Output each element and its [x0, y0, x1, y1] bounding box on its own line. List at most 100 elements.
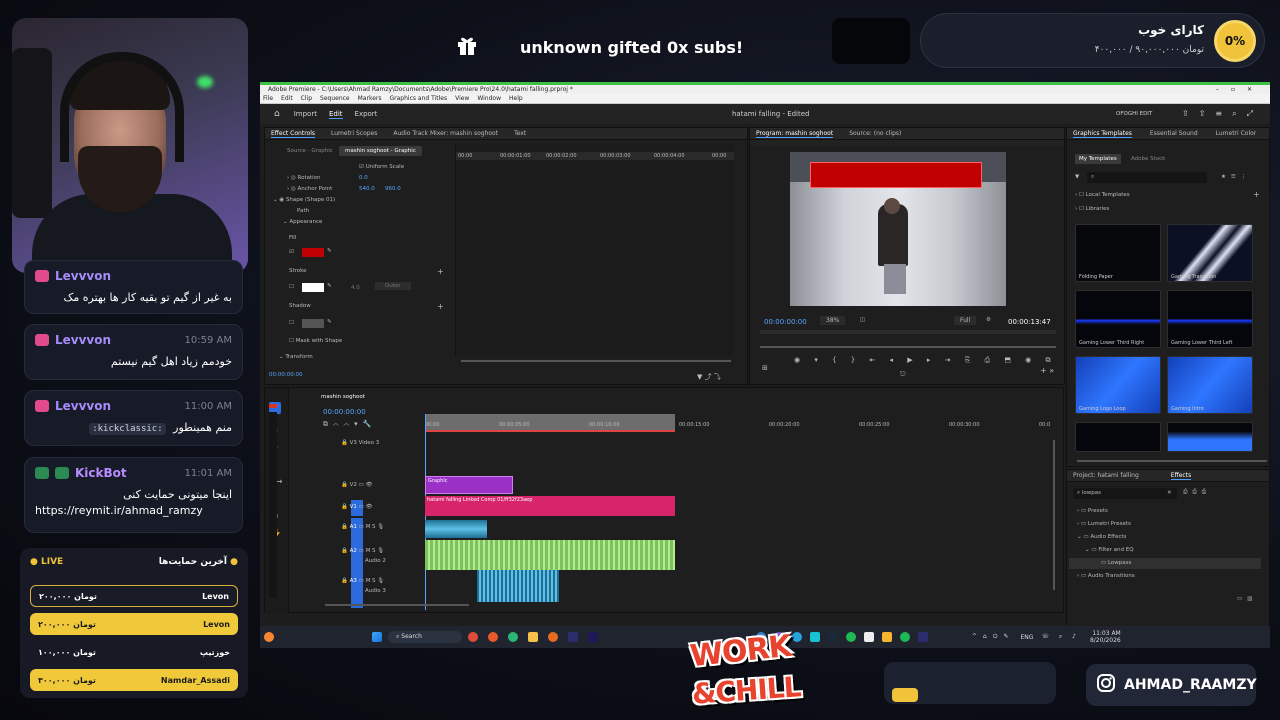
- template-thumb[interactable]: [1075, 422, 1161, 452]
- effects-filter-icons[interactable]: ⎙⎙⎙: [1183, 489, 1211, 496]
- audio-clip-a1[interactable]: [425, 520, 487, 538]
- adobe-stock-tab[interactable]: Adobe Stock: [1131, 156, 1165, 162]
- menu-view[interactable]: View: [455, 94, 469, 103]
- sequence-label[interactable]: mashin soghoot - Graphic: [339, 146, 422, 156]
- add-stroke-icon[interactable]: +: [437, 267, 444, 276]
- template-thumb[interactable]: [1167, 422, 1253, 452]
- fill-color-swatch[interactable]: [302, 248, 324, 257]
- settings-icon[interactable]: ◫: [860, 317, 865, 323]
- chat-username[interactable]: KickBot: [75, 466, 127, 480]
- edge-icon[interactable]: [507, 632, 518, 642]
- toolbar-icons[interactable]: ⇪⇧≡⌕⤢: [1182, 109, 1263, 119]
- stroke-color-swatch[interactable]: [302, 283, 324, 292]
- track-target-audio[interactable]: [351, 518, 363, 608]
- effects-tree-item[interactable]: Lumetri Presets: [1088, 521, 1131, 527]
- firefox-icon[interactable]: [487, 632, 498, 642]
- playhead-bar[interactable]: [760, 330, 1056, 334]
- language-indicator[interactable]: ENG: [1021, 634, 1034, 641]
- effect-controls-time[interactable]: 00:00:00:00: [269, 372, 303, 378]
- app-icon[interactable]: [809, 632, 820, 642]
- spotify-icon[interactable]: [899, 632, 910, 642]
- libraries-label[interactable]: Libraries: [1086, 206, 1110, 212]
- shadow-color-swatch[interactable]: [302, 319, 324, 328]
- add-template-icon[interactable]: +: [1253, 190, 1260, 199]
- tab-effects[interactable]: Effects: [1170, 472, 1192, 480]
- menu-markers[interactable]: Markers: [358, 94, 382, 103]
- mask-checkbox-icon[interactable]: ☐: [289, 338, 296, 344]
- tab-program[interactable]: Program: mashin soghoot: [756, 130, 834, 138]
- transport-controls[interactable]: ◉ ▾ { } ⇤ ◂ ▶ ▸ ⇥ ⎘ ⎙ ⬒ ◉ ⧉: [794, 356, 1057, 365]
- anchor-x[interactable]: 540.0: [359, 186, 375, 192]
- video-frame[interactable]: [790, 152, 1006, 306]
- filter-icon[interactable]: ▼: [1075, 174, 1079, 180]
- chrome-icon[interactable]: [467, 632, 478, 642]
- tab-edit[interactable]: Edit: [328, 110, 343, 119]
- premiere-icon[interactable]: [917, 632, 928, 642]
- app-icon[interactable]: [881, 632, 892, 642]
- shadow-checkbox-icon[interactable]: ☐: [289, 320, 294, 326]
- timeline-scrollbar[interactable]: [325, 604, 469, 606]
- track-scrollbar[interactable]: [1053, 440, 1055, 590]
- timeline-timecode[interactable]: 00:00:00:00: [323, 408, 366, 416]
- tab-graphics-templates[interactable]: Graphics Templates: [1073, 130, 1132, 138]
- red-graphic-shape[interactable]: [810, 162, 982, 188]
- templates-search-input[interactable]: [1087, 172, 1207, 183]
- clip-graphic[interactable]: Graphic: [425, 476, 513, 494]
- tab-project[interactable]: Project: hatami falling: [1073, 472, 1139, 479]
- view-icons[interactable]: ★☰⋮: [1221, 174, 1251, 180]
- menu-clip[interactable]: Clip: [301, 94, 312, 103]
- checkbox-icon[interactable]: ☑: [359, 164, 366, 170]
- tab-text[interactable]: Text: [514, 130, 526, 137]
- tray-icons[interactable]: ^⌂⏻✎: [972, 633, 1015, 641]
- premiere-icon[interactable]: [567, 632, 578, 642]
- zoom-scroll[interactable]: [760, 346, 1056, 348]
- clear-search-icon[interactable]: ✕: [1167, 490, 1172, 496]
- thumb-size-slider[interactable]: [1077, 460, 1267, 462]
- widget-icon[interactable]: [264, 632, 274, 642]
- fill-checkbox-icon[interactable]: ☑: [289, 249, 294, 255]
- menu-help[interactable]: Help: [509, 94, 523, 103]
- eyedropper-icon[interactable]: ✎: [327, 283, 332, 289]
- chat-username[interactable]: Levvvon: [55, 399, 111, 413]
- eyedropper-icon[interactable]: ✎: [327, 319, 332, 325]
- wrench-icon[interactable]: ⚙: [986, 317, 991, 323]
- quality-select[interactable]: Full: [954, 316, 977, 325]
- audio-clip-a2[interactable]: [425, 540, 675, 570]
- home-icon[interactable]: ⌂: [274, 109, 280, 119]
- export-frame-icon[interactable]: ⎋: [900, 370, 906, 379]
- timeline-tools-icons[interactable]: ⧉⌒⌒▾🔧: [323, 420, 376, 429]
- stroke-width[interactable]: 4.0: [351, 285, 360, 291]
- effects-tree-item[interactable]: Audio Transitions: [1088, 573, 1135, 579]
- window-controls[interactable]: –▫✕: [1216, 85, 1264, 94]
- chat-link[interactable]: https://reymit.ir/ahmad_ramzy: [35, 504, 232, 517]
- program-timecode[interactable]: 00:00:00:00: [764, 318, 807, 326]
- stroke-position-select[interactable]: Outer: [375, 282, 411, 290]
- tab-lumetri-scopes[interactable]: Lumetri Scopes: [331, 130, 377, 137]
- tab-export[interactable]: Export: [355, 110, 378, 118]
- clip-video[interactable]: hatami falling Linked Comp 01/ff32f23aep: [425, 496, 675, 516]
- explorer-icon[interactable]: [527, 632, 538, 642]
- overlay-icon[interactable]: ⊞: [762, 364, 768, 372]
- effects-tree-item[interactable]: Filter and EQ: [1098, 547, 1133, 553]
- spotify-icon[interactable]: [845, 632, 856, 642]
- effects-tree-item[interactable]: Lowpass: [1108, 560, 1131, 566]
- after-effects-icon[interactable]: [587, 632, 598, 642]
- filter-icon[interactable]: ▼ ⤴ ⤵: [697, 372, 721, 382]
- ec-zoom-scroll[interactable]: [461, 360, 731, 362]
- menu-graphics[interactable]: Graphics and Titles: [390, 94, 448, 103]
- menu-file[interactable]: File: [263, 94, 273, 103]
- chat-username[interactable]: Levvvon: [55, 333, 111, 347]
- stroke-checkbox-icon[interactable]: ☐: [289, 284, 294, 290]
- eyedropper-icon[interactable]: ✎: [327, 248, 332, 254]
- zoom-select[interactable]: 38%: [820, 316, 846, 325]
- effects-tree-item[interactable]: Presets: [1088, 508, 1108, 514]
- anchor-y[interactable]: 960.0: [385, 186, 401, 192]
- tab-essential-sound[interactable]: Essential Sound: [1150, 130, 1198, 137]
- menu-edit[interactable]: Edit: [281, 94, 293, 103]
- tray-icons[interactable]: ☏ ⌕ ♪: [1041, 633, 1080, 641]
- add-button-icon[interactable]: + »: [1040, 366, 1054, 375]
- my-templates-tab[interactable]: My Templates: [1075, 154, 1121, 164]
- source-label[interactable]: Source - Graphic: [287, 148, 333, 154]
- notion-icon[interactable]: [863, 632, 874, 642]
- chat-username[interactable]: Levvvon: [55, 269, 111, 283]
